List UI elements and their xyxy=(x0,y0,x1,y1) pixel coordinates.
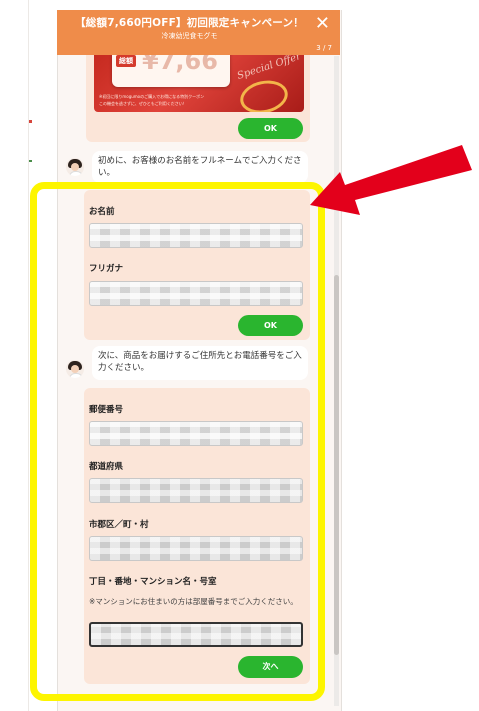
brand-name: 冷凍幼児食モグモ xyxy=(161,32,218,40)
message-ask-address: 次に、商品をお届けするご住所先とお電話番号をご入力ください。 xyxy=(92,346,308,380)
name-label: お名前 xyxy=(89,207,115,217)
coupon-card: 総額 ¥7,66 xyxy=(112,55,230,87)
ribbon-decoration xyxy=(237,76,291,112)
prefecture-label: 都道府県 xyxy=(89,462,124,472)
operator-avatar xyxy=(66,158,84,176)
prefecture-field[interactable] xyxy=(89,478,303,503)
campaign-title: 【総額7,660円OFF】初回限定キャンペーン！ xyxy=(75,17,304,29)
street-label: 丁目・番地・マンション名・号室 xyxy=(89,577,217,587)
red-arrow-shape xyxy=(310,145,472,215)
street-field[interactable] xyxy=(89,622,303,647)
ok-button-name[interactable]: OK xyxy=(238,315,303,336)
campaign-banner-image: 総額 ¥7,66 ※初回に限りmogumoのご購入でお得になる特別クーポンこの機… xyxy=(94,55,304,112)
city-label: 市郡区／町・村 xyxy=(89,520,149,530)
close-icon[interactable]: ✕ xyxy=(315,15,330,33)
operator-avatar xyxy=(66,360,84,378)
postal-code-field[interactable] xyxy=(89,421,303,446)
message-ask-name: 初めに、お客様のお名前をフルネームでご入力ください。 xyxy=(92,151,308,183)
total-badge: 総額 xyxy=(116,55,136,67)
banner-note: ※初回に限りmogumoのご購入でお得になる特別クーポンこの機会を逃さずに、ぜひ… xyxy=(99,94,205,106)
step-counter: 3 / 7 xyxy=(316,44,332,52)
city-field[interactable] xyxy=(89,536,303,561)
street-hint: ※マンションにお住まいの方は部屋番号までご入力ください。 xyxy=(89,597,298,606)
name-field[interactable] xyxy=(89,223,303,248)
campaign-header: 【総額7,660円OFF】初回限定キャンペーン！ 冷凍幼児食モグモ ✕ 3 / … xyxy=(57,10,340,55)
next-button[interactable]: 次へ xyxy=(238,656,303,678)
postal-code-label: 郵便番号 xyxy=(89,405,124,415)
page-scrap xyxy=(29,160,32,162)
discount-amount: ¥7,66 xyxy=(142,55,218,75)
page-edge-line xyxy=(28,0,29,711)
furigana-field[interactable] xyxy=(89,281,303,306)
scrollbar-thumb[interactable] xyxy=(334,275,339,655)
ok-button-banner[interactable]: OK xyxy=(238,118,303,139)
page-scrap xyxy=(29,120,32,123)
red-arrow-icon xyxy=(310,145,472,215)
furigana-label: フリガナ xyxy=(89,264,124,274)
special-offer-script: Special Offer xyxy=(235,55,303,82)
